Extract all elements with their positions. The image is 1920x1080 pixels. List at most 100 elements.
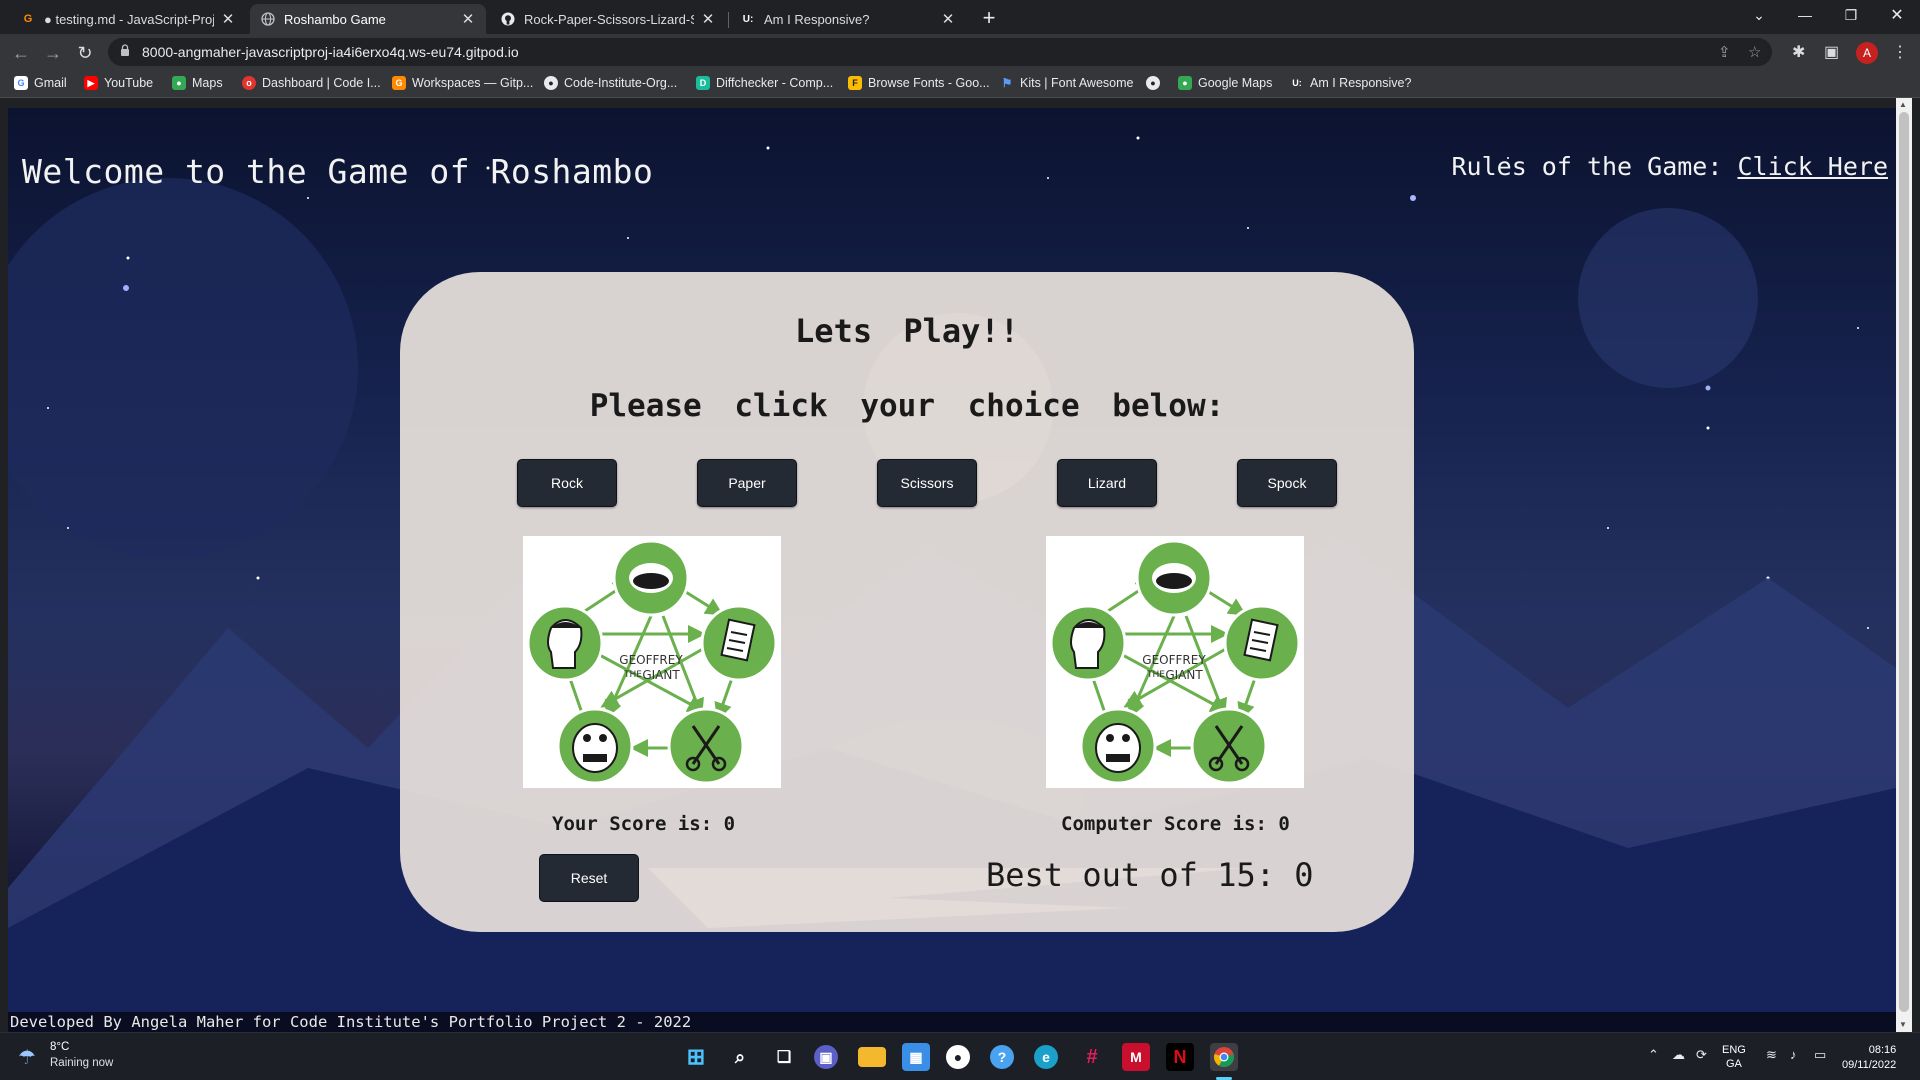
- close-tab-icon[interactable]: ✕: [940, 10, 956, 28]
- sync-icon[interactable]: ⟳: [1696, 1047, 1707, 1063]
- best-of-counter: Best out of 15: 0: [986, 856, 1314, 894]
- extensions-puzzle-icon[interactable]: ✱: [1792, 42, 1805, 62]
- address-bar[interactable]: 8000-angmaher-javascriptproj-ia4i6erxo4q…: [108, 38, 1772, 66]
- bookmark-code-institute-org[interactable]: ● Code-Institute-Org...: [544, 76, 677, 90]
- bookmark-gmail[interactable]: G Gmail: [14, 76, 67, 90]
- globe-icon: [260, 11, 276, 27]
- reset-button[interactable]: Reset: [539, 854, 639, 902]
- page-heading: Welcome to the Game of Roshambo: [22, 152, 654, 191]
- help-icon[interactable]: ?: [990, 1045, 1014, 1069]
- amiresponsive-icon: U:: [1292, 78, 1302, 88]
- bookmark-diffchecker[interactable]: D Diffchecker - Comp...: [696, 76, 833, 90]
- logo-text-line-2: THE: [1146, 670, 1165, 680]
- scissors-button[interactable]: Scissors: [877, 459, 977, 507]
- game-title: Lets Play!!: [795, 312, 1019, 350]
- start-windows-icon[interactable]: ⊞: [682, 1043, 710, 1071]
- maps-pin-icon: ●: [1178, 76, 1192, 90]
- tab-am-i-responsive[interactable]: U: Am I Responsive? ✕: [730, 4, 966, 34]
- bookmark-youtube[interactable]: ▶ YouTube: [84, 76, 153, 90]
- rules-prefix: Rules of the Game:: [1451, 152, 1723, 181]
- browser-toolbar: ← → ↻ 8000-angmaher-javascriptproj-ia4i6…: [0, 34, 1920, 70]
- minimize-button[interactable]: —: [1782, 0, 1828, 30]
- scrollbar-thumb[interactable]: [1899, 112, 1909, 1012]
- close-tab-icon[interactable]: ✕: [220, 10, 236, 28]
- github-desktop-icon[interactable]: ●: [946, 1045, 970, 1069]
- logo-text-line-1: GEOFFREY: [1142, 653, 1206, 667]
- slack-icon[interactable]: #: [1078, 1043, 1106, 1071]
- restore-button[interactable]: ❐: [1828, 0, 1874, 30]
- paper-button[interactable]: Paper: [697, 459, 797, 507]
- search-icon[interactable]: ⌕: [726, 1043, 754, 1071]
- github-icon: [500, 11, 516, 27]
- close-window-button[interactable]: ✕: [1874, 0, 1920, 30]
- new-tab-button[interactable]: +: [976, 6, 1002, 32]
- logo-text-line-3: GIANT: [642, 668, 680, 682]
- computer-choice-image: GEOFFREY THE GIANT: [1046, 536, 1304, 788]
- reload-icon[interactable]: ↻: [72, 40, 98, 66]
- scroll-down-arrow-icon[interactable]: ▼: [1899, 1020, 1907, 1029]
- logo-text-line-3: GIANT: [1165, 668, 1203, 682]
- share-icon[interactable]: ⇪: [1718, 43, 1731, 61]
- system-clock[interactable]: 08:16 09/11/2022: [1842, 1043, 1896, 1073]
- bookmark-am-i-responsive[interactable]: U: Am I Responsive?: [1290, 76, 1411, 90]
- side-panel-icon[interactable]: ▣: [1824, 42, 1839, 62]
- code-institute-icon: o: [242, 76, 256, 90]
- page-scrollbar[interactable]: ▲ ▼: [1896, 98, 1912, 1032]
- chrome-icon[interactable]: [1210, 1043, 1238, 1071]
- volume-icon[interactable]: ♪: [1790, 1047, 1797, 1062]
- bookmark-dashboard[interactable]: o Dashboard | Code I...: [242, 76, 381, 90]
- teams-chat-icon[interactable]: ▣: [814, 1045, 838, 1069]
- tab-separator: [728, 12, 729, 28]
- microsoft-store-icon[interactable]: ▦: [902, 1043, 930, 1071]
- lizard-button[interactable]: Lizard: [1057, 459, 1157, 507]
- tab-strip: G ● testing.md - JavaScript-Project ✕ Ro…: [0, 0, 1920, 34]
- wifi-icon[interactable]: ≋: [1766, 1047, 1777, 1063]
- rain-cloud-icon: ☂: [18, 1047, 36, 1069]
- choice-prompt: Please click your choice below:: [589, 388, 1225, 424]
- close-tab-icon[interactable]: ✕: [460, 10, 476, 28]
- spock-button[interactable]: Spock: [1237, 459, 1337, 507]
- menu-kebab-icon[interactable]: ⋮: [1892, 42, 1908, 62]
- task-view-icon[interactable]: ❏: [770, 1043, 798, 1071]
- font-awesome-flag-icon: ⚑: [1001, 76, 1013, 90]
- show-hidden-icons-chevron-icon[interactable]: ⌃: [1648, 1047, 1659, 1063]
- edge-browser-icon[interactable]: e: [1034, 1045, 1058, 1069]
- game-panel: Lets Play!! Please click your choice bel…: [400, 272, 1414, 932]
- battery-icon[interactable]: ▭: [1814, 1047, 1826, 1063]
- tab-github-repo[interactable]: Rock-Paper-Scissors-Lizard-Spoc ✕: [490, 4, 726, 34]
- netflix-icon[interactable]: N: [1166, 1043, 1194, 1071]
- bookmark-workspaces[interactable]: G Workspaces — Gitp...: [392, 76, 533, 90]
- google-icon: G: [14, 76, 28, 90]
- bookmark-maps[interactable]: ● Maps: [172, 76, 223, 90]
- github-icon: ●: [1146, 76, 1160, 90]
- bookmark-star-icon[interactable]: ☆: [1748, 43, 1761, 61]
- profile-avatar[interactable]: A: [1856, 42, 1878, 64]
- bookmark-github[interactable]: ●: [1146, 76, 1166, 90]
- diffchecker-icon: D: [696, 76, 710, 90]
- rock-button[interactable]: Rock: [517, 459, 617, 507]
- onedrive-icon[interactable]: ☁: [1672, 1047, 1685, 1063]
- mcafee-shield-icon[interactable]: M: [1122, 1043, 1150, 1071]
- maps-pin-icon: ●: [172, 76, 186, 90]
- weather-temperature: 8°C: [50, 1041, 70, 1053]
- computer-score: Computer Score is: 0: [1061, 813, 1290, 835]
- scroll-up-arrow-icon[interactable]: ▲: [1899, 100, 1907, 109]
- tab-roshambo-game[interactable]: Roshambo Game ✕: [250, 4, 486, 34]
- forward-arrow-icon[interactable]: →: [40, 40, 66, 66]
- bookmark-google-maps[interactable]: ● Google Maps: [1178, 76, 1272, 90]
- logo-text-line-2: THE: [623, 670, 642, 680]
- weather-description: Raining now: [50, 1057, 114, 1069]
- page-footer: Developed By Angela Maher for Code Insti…: [8, 1012, 1896, 1032]
- back-arrow-icon[interactable]: ←: [8, 40, 34, 66]
- bookmark-font-awesome[interactable]: ⚑ Kits | Font Awesome: [1000, 76, 1134, 90]
- tab-search-icon[interactable]: ⌄: [1736, 0, 1782, 30]
- page-viewport: Welcome to the Game of Roshambo Rules of…: [8, 108, 1896, 1032]
- rules-line: Rules of the Game: Click Here: [1451, 152, 1888, 181]
- bookmark-browse-fonts[interactable]: F Browse Fonts - Goo...: [848, 76, 990, 90]
- file-explorer-icon[interactable]: [858, 1047, 886, 1067]
- lock-icon: [121, 44, 129, 56]
- tab-testing-md[interactable]: G ● testing.md - JavaScript-Project ✕: [10, 4, 246, 34]
- close-tab-icon[interactable]: ✕: [700, 10, 716, 28]
- rules-link[interactable]: Click Here: [1737, 152, 1888, 181]
- language-indicator[interactable]: ENG GA: [1722, 1043, 1746, 1071]
